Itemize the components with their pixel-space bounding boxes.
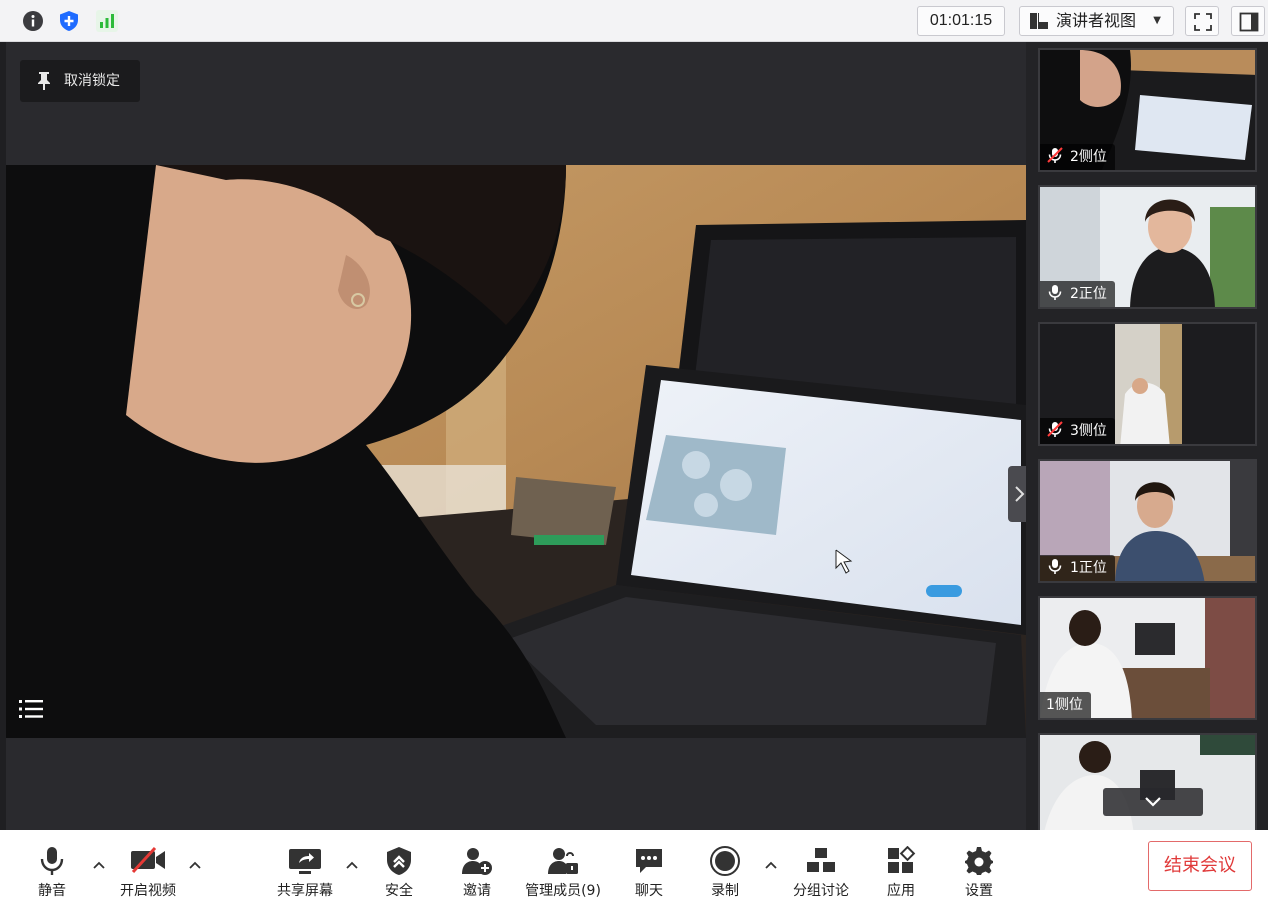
share-screen-button[interactable]: 共享屏幕: [270, 842, 340, 898]
caret-up-icon[interactable]: [188, 858, 202, 872]
participant-gallery: 2侧位 2正位 3侧位 1正位 1侧位: [1026, 42, 1268, 830]
unpin-button[interactable]: 取消锁定: [20, 60, 140, 102]
record-button[interactable]: 录制: [702, 842, 748, 898]
invite-button[interactable]: 邀请: [454, 842, 500, 898]
manage-members-icon: [548, 848, 578, 874]
start-video-button[interactable]: 开启视频: [112, 842, 184, 898]
mic-icon: [1048, 285, 1062, 300]
signal-strength-icon[interactable]: [96, 10, 118, 32]
settings-button[interactable]: 设置: [956, 842, 1002, 898]
gear-icon: [965, 847, 993, 875]
participant-list-icon[interactable]: [18, 696, 44, 722]
speaker-view-icon: [1030, 13, 1048, 29]
participant-tile[interactable]: 3侧位: [1038, 322, 1257, 446]
mic-muted-icon: [1047, 421, 1063, 437]
toggle-sidebar-button[interactable]: [1231, 6, 1265, 36]
sidebar-panel-icon: [1239, 12, 1259, 32]
top-bar: 01:01:15 演讲者视图 ▼: [0, 0, 1268, 42]
breakout-rooms-icon: [807, 848, 835, 872]
pin-icon: [38, 72, 50, 90]
view-mode-label: 演讲者视图: [1056, 11, 1137, 30]
apps-icon: [888, 846, 916, 873]
chat-bubble-icon: [636, 849, 662, 873]
share-screen-icon: [289, 849, 321, 874]
caret-down-icon: ▼: [1153, 15, 1161, 26]
fullscreen-button[interactable]: [1185, 6, 1219, 36]
breakout-rooms-button[interactable]: 分组讨论: [786, 842, 856, 898]
caret-up-icon[interactable]: [764, 858, 778, 872]
caret-up-icon[interactable]: [345, 858, 359, 872]
tile-label: 2正位: [1040, 281, 1115, 307]
add-user-icon: [462, 848, 492, 875]
tile-label: 1侧位: [1040, 692, 1091, 718]
participant-tile[interactable]: 2侧位: [1038, 48, 1257, 172]
meeting-timer: 01:01:15: [917, 6, 1005, 36]
participant-tile[interactable]: 2正位: [1038, 185, 1257, 309]
tile-label: 1正位: [1040, 555, 1115, 581]
security-shield-icon: [387, 847, 411, 875]
shield-icon[interactable]: [58, 10, 80, 32]
active-speaker-video[interactable]: [6, 165, 1026, 738]
video-off-icon: [131, 846, 165, 874]
participant-tile[interactable]: 1侧位: [1038, 596, 1257, 720]
chevron-right-icon: [1015, 486, 1025, 502]
main-stage: 取消锁定: [6, 42, 1038, 830]
tile-label: 3侧位: [1040, 418, 1115, 444]
scroll-down-button[interactable]: [1103, 788, 1203, 816]
meeting-toolbar: 静音 开启视频 共享屏幕 安全 邀请 管理成员(9) 聊天 录制 分组讨论 应用…: [0, 830, 1268, 898]
end-meeting-button[interactable]: 结束会议: [1148, 841, 1252, 891]
mute-button[interactable]: 静音: [26, 842, 78, 898]
security-button[interactable]: 安全: [376, 842, 422, 898]
video-frame: [6, 165, 1026, 738]
unpin-label: 取消锁定: [64, 73, 120, 89]
record-icon: [710, 846, 740, 876]
mic-muted-icon: [1047, 147, 1063, 163]
chat-button[interactable]: 聊天: [626, 842, 672, 898]
apps-button[interactable]: 应用: [878, 842, 924, 898]
caret-up-icon[interactable]: [92, 858, 106, 872]
tile-label: 2侧位: [1040, 144, 1115, 170]
info-icon[interactable]: [22, 10, 44, 32]
fullscreen-icon: [1194, 13, 1212, 31]
view-mode-dropdown[interactable]: 演讲者视图 ▼: [1019, 6, 1174, 36]
chevron-down-icon: [1145, 797, 1161, 807]
mic-icon: [1048, 559, 1062, 574]
manage-members-button[interactable]: 管理成员(9): [520, 842, 606, 898]
microphone-icon: [40, 847, 64, 875]
participant-tile[interactable]: 1正位: [1038, 459, 1257, 583]
